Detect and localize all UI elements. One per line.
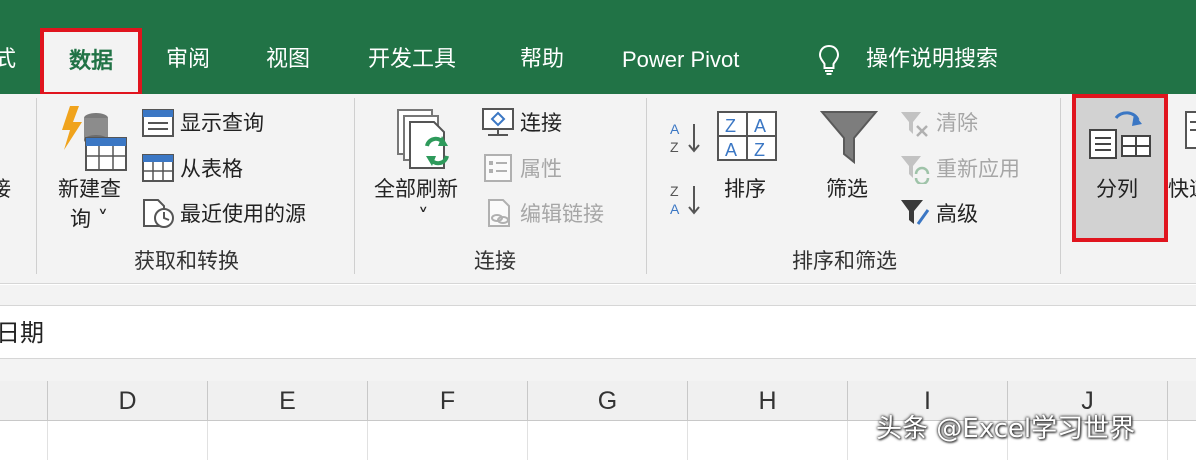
tab-review[interactable]: 审阅 bbox=[166, 46, 210, 74]
flash-fill-icon[interactable] bbox=[1184, 110, 1196, 150]
reapply-filter-icon bbox=[901, 156, 930, 184]
connections-icon[interactable] bbox=[482, 108, 514, 138]
new-query-icon[interactable] bbox=[60, 104, 128, 172]
column-header-h[interactable]: H bbox=[688, 381, 848, 421]
from-table-icon[interactable] bbox=[142, 154, 174, 182]
tab-data[interactable]: 数据 bbox=[40, 28, 142, 96]
text-to-columns-icon[interactable] bbox=[1088, 108, 1152, 160]
cell[interactable] bbox=[48, 421, 208, 460]
group-separator bbox=[646, 98, 647, 274]
properties-label: 属性 bbox=[520, 157, 562, 181]
filter-funnel-icon[interactable] bbox=[820, 108, 878, 166]
recent-sources-label[interactable]: 最近使用的源 bbox=[180, 201, 306, 227]
text-to-columns-label[interactable]: 分列 bbox=[1096, 176, 1138, 202]
svg-text:A: A bbox=[725, 140, 737, 160]
svg-text:A: A bbox=[670, 201, 680, 217]
show-queries-icon[interactable] bbox=[142, 109, 174, 137]
svg-text:Z: Z bbox=[670, 183, 679, 199]
formula-bar[interactable]: 日期 bbox=[0, 305, 1196, 359]
group-label-sort-filter: 排序和筛选 bbox=[792, 249, 897, 273]
edit-links-icon bbox=[488, 199, 510, 227]
group-label-connections: 连接 bbox=[474, 249, 516, 273]
watermark: 头条 @Excel学习世界 bbox=[876, 414, 1136, 444]
tab-view[interactable]: 视图 bbox=[266, 46, 310, 74]
recent-sources-icon[interactable] bbox=[142, 198, 176, 228]
column-header-e[interactable]: E bbox=[208, 381, 368, 421]
group-separator bbox=[36, 98, 37, 274]
group-separator bbox=[1060, 98, 1061, 274]
refresh-all-icon[interactable] bbox=[396, 108, 456, 174]
cell[interactable] bbox=[688, 421, 848, 460]
clear-filter-icon bbox=[901, 112, 928, 137]
refresh-all-label[interactable]: 全部刷新 bbox=[374, 176, 458, 202]
ribbon-tab-bar: 式 数据 审阅 视图 开发工具 帮助 Power Pivot 操作说明搜索 bbox=[0, 0, 1196, 96]
cell[interactable] bbox=[0, 421, 48, 460]
show-queries-label[interactable]: 显示查询 bbox=[180, 110, 264, 136]
from-table-label[interactable]: 从表格 bbox=[180, 156, 243, 182]
edit-links-label: 编辑链接 bbox=[520, 202, 604, 226]
sort-descending-icon[interactable]: Z A bbox=[668, 182, 704, 218]
tab-developer[interactable]: 开发工具 bbox=[368, 46, 456, 74]
connections-label[interactable]: 连接 bbox=[520, 110, 562, 136]
tell-me-search[interactable]: 操作说明搜索 bbox=[866, 46, 998, 74]
column-header-k[interactable] bbox=[1168, 381, 1196, 421]
svg-text:A: A bbox=[670, 121, 680, 137]
filter-label[interactable]: 筛选 bbox=[826, 176, 868, 202]
column-header-d[interactable]: D bbox=[48, 381, 208, 421]
tab-help[interactable]: 帮助 bbox=[520, 46, 564, 74]
new-query-label[interactable]: 新建查 bbox=[58, 176, 121, 202]
sort-ascending-icon[interactable]: A Z bbox=[668, 120, 704, 156]
lightbulb-icon[interactable] bbox=[818, 44, 840, 76]
column-header-g[interactable]: G bbox=[528, 381, 688, 421]
header-gap bbox=[0, 359, 1196, 381]
svg-text:Z: Z bbox=[670, 139, 679, 155]
svg-text:Z: Z bbox=[725, 116, 736, 136]
formula-bar-content[interactable]: 日期 bbox=[0, 318, 44, 348]
clear-label: 清除 bbox=[936, 111, 978, 135]
reapply-label: 重新应用 bbox=[936, 157, 1020, 181]
get-data-partial-label[interactable]: 接 bbox=[0, 176, 11, 202]
ribbon-gap bbox=[0, 285, 1196, 305]
svg-text:A: A bbox=[754, 116, 766, 136]
sort-dialog-icon[interactable]: Z A A Z bbox=[716, 110, 778, 162]
sort-label[interactable]: 排序 bbox=[724, 176, 766, 202]
column-header-f[interactable]: F bbox=[368, 381, 528, 421]
column-header-c[interactable] bbox=[0, 381, 48, 421]
refresh-all-dropdown[interactable]: ˅ bbox=[418, 204, 429, 230]
cell[interactable] bbox=[528, 421, 688, 460]
tab-power-pivot[interactable]: Power Pivot bbox=[622, 46, 739, 74]
cell[interactable] bbox=[368, 421, 528, 460]
advanced-filter-icon[interactable] bbox=[900, 198, 930, 228]
tab-format-partial[interactable]: 式 bbox=[0, 46, 16, 74]
flash-fill-label[interactable]: 快速 bbox=[1168, 176, 1196, 202]
svg-text:Z: Z bbox=[754, 140, 765, 160]
properties-icon bbox=[484, 154, 512, 182]
cell[interactable] bbox=[208, 421, 368, 460]
advanced-label[interactable]: 高级 bbox=[936, 201, 978, 227]
group-separator bbox=[354, 98, 355, 274]
new-query-dropdown[interactable]: 询 ˅ bbox=[70, 206, 108, 232]
group-label-get-transform: 获取和转换 bbox=[134, 249, 239, 273]
